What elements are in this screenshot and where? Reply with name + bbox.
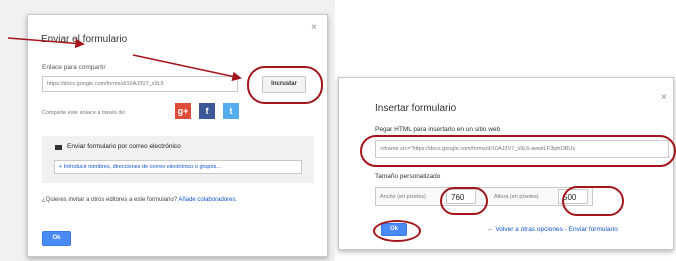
- send-form-dialog: Enviar el formulario × Enlace para compa…: [27, 14, 328, 257]
- share-link-value: https://docs.google.com/forms/d/10AJ3V7_…: [47, 81, 164, 87]
- custom-size-label: Tamaño personalizado: [375, 173, 441, 180]
- invite-editors-text: ¿Quieres invitar a otros editores a este…: [42, 197, 237, 203]
- height-label: Altura (en píxeles): [494, 194, 539, 200]
- add-collaborators-link[interactable]: Añade colaboradores.: [178, 197, 237, 203]
- html-field-highlight: [360, 135, 676, 167]
- share-link-label: Enlace para compartir: [42, 64, 106, 71]
- email-recipients-input[interactable]: + Introducir nombres, direcciones de cor…: [54, 160, 302, 174]
- back-link-text[interactable]: Volver a otras opciones - Enviar formula…: [495, 226, 617, 233]
- invite-question: ¿Quieres invitar a otros editores a este…: [42, 197, 178, 203]
- twitter-icon[interactable]: t: [223, 103, 239, 119]
- ok-highlight: [373, 220, 421, 242]
- width-highlight: [440, 187, 488, 215]
- google-plus-icon[interactable]: g+: [175, 103, 191, 119]
- dialog-title: Enviar el formulario: [41, 34, 128, 45]
- share-link-input[interactable]: https://docs.google.com/forms/d/10AJ3V7_…: [42, 76, 238, 92]
- embed-highlight-ring: [247, 66, 323, 104]
- composite-screenshot: { "left_dialog": { "title": "Enviar el f…: [0, 0, 676, 261]
- email-section: Enviar formulario por correo electrónico…: [42, 136, 314, 183]
- envelope-icon: [55, 145, 62, 150]
- share-via-text: Comparte este enlace a través de:: [42, 110, 127, 116]
- embed-html-label: Pegar HTML para insertarlo en un sitio w…: [375, 126, 501, 133]
- width-label: Ancho (en píxeles): [380, 194, 426, 200]
- close-icon[interactable]: ×: [661, 92, 667, 103]
- embed-dialog-title: Insertar formulario: [375, 103, 457, 114]
- height-highlight: [562, 186, 624, 216]
- ok-button[interactable]: Ok: [42, 231, 71, 246]
- email-header: Enviar formulario por correo electrónico: [67, 143, 181, 150]
- facebook-icon[interactable]: f: [199, 103, 215, 119]
- close-icon[interactable]: ×: [311, 22, 317, 33]
- back-link[interactable]: ← Volver a otras opciones - Enviar formu…: [487, 226, 618, 233]
- email-placeholder: + Introducir nombres, direcciones de cor…: [59, 164, 221, 170]
